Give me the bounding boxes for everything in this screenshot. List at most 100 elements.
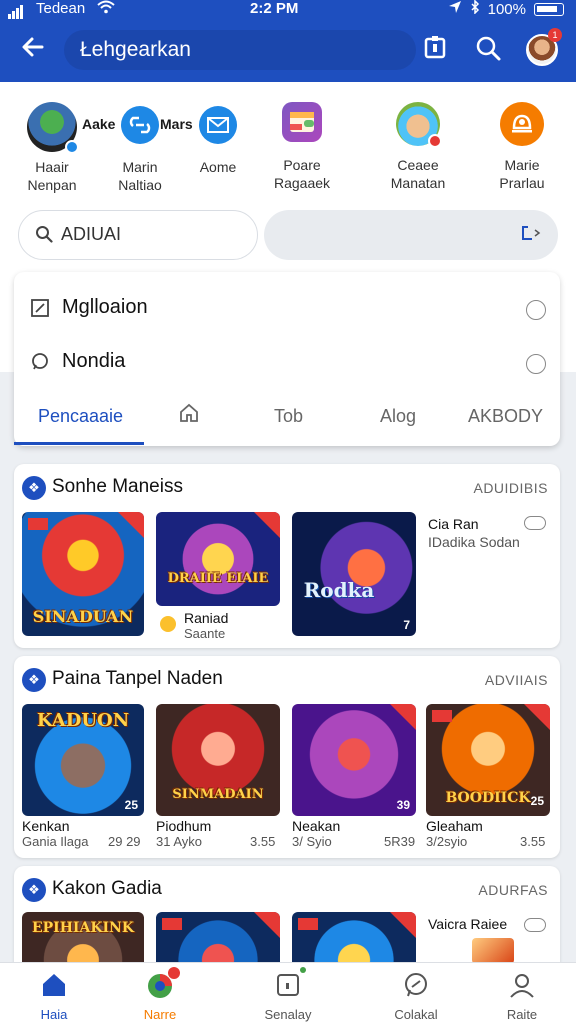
game-thumbnail[interactable]: Rodka 7 bbox=[292, 512, 416, 636]
search-input[interactable]: ADIUAI bbox=[18, 210, 258, 260]
game-caption: Raniad bbox=[184, 610, 229, 626]
battery-icon bbox=[534, 2, 564, 16]
section-see-all-link[interactable]: ADVIIAIS bbox=[485, 672, 548, 688]
section-title: Kakon Gadia bbox=[52, 878, 162, 899]
nav-label: Haia bbox=[40, 1007, 68, 1022]
side-title: Cia Ran bbox=[428, 516, 479, 532]
search-value: ADIUAI bbox=[61, 224, 122, 244]
coin-icon bbox=[160, 616, 176, 632]
dropdown-item[interactable]: Nondia bbox=[14, 332, 560, 388]
notification-badge: 1 bbox=[548, 28, 562, 42]
back-button[interactable] bbox=[20, 34, 50, 64]
game-price: 29 29 bbox=[108, 834, 141, 849]
toggle-icon[interactable] bbox=[524, 918, 546, 932]
game-subcaption: Saante bbox=[184, 626, 226, 641]
side-thumbnail[interactable] bbox=[472, 938, 514, 964]
game-meta: Gania Ilaga bbox=[22, 834, 89, 849]
nav-item-colakal[interactable]: Colakal bbox=[368, 971, 464, 1022]
story-item[interactable]: Poare Ragaaek bbox=[250, 102, 354, 192]
game-meta: 31 Ayko bbox=[156, 834, 203, 849]
nav-item-senalay[interactable]: Senalay bbox=[240, 967, 336, 1022]
back-arrow-icon bbox=[22, 37, 44, 57]
active-tab-indicator bbox=[14, 442, 144, 445]
nav-item-narre[interactable]: Narre bbox=[112, 967, 208, 1022]
tab-pencaaaie[interactable]: Pencaaaie bbox=[38, 406, 123, 427]
side-title: Vaicra Raiee bbox=[428, 916, 508, 932]
game-name: Kenkan bbox=[22, 818, 70, 834]
bluetooth-icon bbox=[470, 0, 480, 18]
status-bar: Tedean 2:2 PM 100% bbox=[0, 0, 576, 19]
chevron-right-icon bbox=[526, 300, 546, 320]
home-icon bbox=[180, 403, 198, 422]
chat-icon bbox=[30, 352, 50, 372]
section-title: Sonhe Maneiss bbox=[52, 476, 183, 497]
nav-item-raite[interactable]: Raite bbox=[474, 971, 570, 1022]
clipboard-icon bbox=[424, 36, 446, 59]
story-sublabel: Manatan bbox=[390, 175, 446, 191]
game-number: 7 bbox=[403, 618, 410, 632]
carrier-name: Tedean bbox=[36, 0, 86, 17]
game-thumbnail[interactable]: SINADUAN bbox=[22, 512, 144, 636]
game-art-title: Rodka bbox=[303, 578, 375, 602]
story-item[interactable]: Marie Prarlau bbox=[470, 102, 574, 192]
header-search-field[interactable]: Łehgearkan bbox=[64, 30, 416, 70]
tab-alog[interactable]: Alog bbox=[380, 406, 416, 427]
tab-akbody[interactable]: AKBODY bbox=[468, 406, 543, 427]
section-see-all-link[interactable]: ADURFAS bbox=[478, 882, 548, 898]
story-item[interactable]: Ceaee Manatan bbox=[366, 102, 470, 192]
game-art-title: SINADUAN bbox=[32, 607, 134, 626]
toggle-icon[interactable] bbox=[524, 516, 546, 530]
nav-label: Raite bbox=[506, 1007, 538, 1022]
dropdown-item-label: Nondia bbox=[62, 350, 126, 372]
game-thumbnail[interactable]: 39 bbox=[292, 704, 416, 816]
side-subtitle: IDadika Sodan bbox=[428, 534, 520, 550]
story-label: Marie bbox=[504, 157, 540, 173]
tab-tob[interactable]: Tob bbox=[274, 406, 303, 427]
notification-badge bbox=[168, 967, 180, 979]
section-card: ❖ Paina Tanpel Naden ADVIIAIS KADUON 25 … bbox=[14, 656, 560, 858]
chevron-right-icon bbox=[526, 354, 546, 374]
game-name: Neakan bbox=[292, 818, 341, 834]
game-art-title: SINMADAIN bbox=[172, 787, 264, 802]
home-icon bbox=[40, 971, 68, 999]
search-button[interactable] bbox=[474, 34, 504, 64]
share-icon bbox=[520, 224, 542, 247]
game-meta: 3/2syio bbox=[426, 834, 468, 849]
verified-icon bbox=[65, 140, 79, 154]
game-thumbnail[interactable]: KADUON 25 bbox=[22, 704, 144, 816]
story-sublabel: Ragaaek bbox=[273, 175, 331, 191]
live-badge-icon bbox=[428, 134, 442, 148]
section-icon: ❖ bbox=[22, 878, 46, 902]
nav-item-home[interactable]: Haia bbox=[6, 971, 102, 1022]
section-see-all-link[interactable]: ADUIDIBIS bbox=[473, 480, 548, 496]
status-dot bbox=[300, 967, 306, 973]
clock: 2:2 PM bbox=[250, 0, 299, 17]
game-thumbnail[interactable]: SINMADAIN bbox=[156, 704, 280, 816]
game-art-title: DRAIIE EIAIE bbox=[167, 571, 269, 586]
wifi-icon bbox=[96, 0, 116, 18]
mail-icon bbox=[199, 106, 237, 144]
story-label: Poare bbox=[283, 157, 321, 173]
location-icon bbox=[448, 0, 462, 18]
story-avatar bbox=[27, 102, 79, 154]
game-thumbnail[interactable]: BOODIICK 25 bbox=[426, 704, 550, 816]
clipboard-button[interactable] bbox=[422, 34, 452, 64]
tab-bar: Pencaaaie Tob Alog AKBODY bbox=[14, 388, 560, 445]
dropdown-item-label: Mglloaion bbox=[62, 296, 148, 318]
game-art-title: EPIHIAKINK bbox=[31, 920, 135, 936]
tab-home[interactable] bbox=[178, 402, 200, 429]
game-thumbnail[interactable]: DRAIIE EIAIE bbox=[156, 512, 280, 606]
filter-pill[interactable] bbox=[264, 210, 558, 260]
dropdown-item[interactable]: Mglloaion bbox=[14, 278, 560, 334]
search-icon bbox=[476, 36, 501, 61]
edit-icon bbox=[30, 298, 50, 318]
dropdown-menu: Mglloaion Nondia Pencaaaie Tob Alog AKBO… bbox=[14, 272, 560, 446]
user-alert-icon bbox=[500, 102, 544, 146]
section-title: Paina Tanpel Naden bbox=[52, 668, 223, 689]
bottom-navigation: Haia Narre Senalay Colakal Raite bbox=[0, 962, 576, 1024]
story-sublabel: Naltiao bbox=[118, 177, 162, 193]
nav-label: Senalay bbox=[264, 1007, 312, 1022]
game-number: 25 bbox=[530, 794, 544, 808]
chat-icon bbox=[402, 971, 430, 999]
story-sublabel: Prarlau bbox=[499, 175, 545, 191]
